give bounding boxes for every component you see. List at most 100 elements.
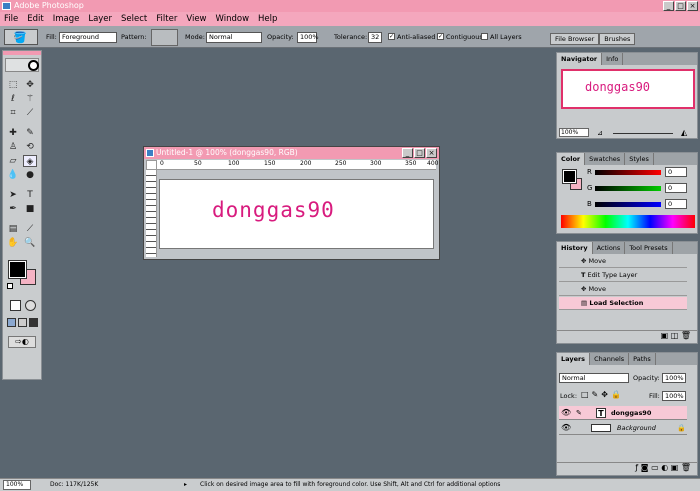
crop-tool-icon[interactable]: ⌗ — [6, 107, 20, 119]
foreground-color-swatch[interactable] — [8, 260, 27, 279]
hand-tool-icon[interactable]: ✋ — [6, 237, 20, 249]
contiguous-checkbox[interactable]: ✓ — [437, 33, 444, 40]
zoom-in-icon[interactable]: ◭ — [681, 128, 687, 137]
fill-select[interactable]: Foreground — [59, 32, 117, 43]
history-trash-icon[interactable]: 🗑 — [681, 331, 691, 340]
jump-to-imageready-icon[interactable]: ⇨◐ — [8, 336, 36, 348]
history-item[interactable]: T Edit Type Layer — [559, 269, 687, 282]
zoom-tool-icon[interactable]: 🔍 — [23, 237, 37, 249]
visibility-eye-icon[interactable]: 👁 — [561, 421, 571, 435]
menu-filter[interactable]: Filter — [156, 14, 177, 24]
maximize-button[interactable]: □ — [675, 1, 686, 11]
close-button[interactable]: × — [687, 1, 698, 11]
doc-maximize-button[interactable]: □ — [414, 148, 425, 158]
default-colors-icon[interactable] — [7, 283, 13, 289]
status-arrow-icon[interactable]: ▸ — [184, 479, 187, 491]
screen-mode-full-menu-icon[interactable] — [18, 318, 27, 327]
layer-opacity-input[interactable]: 100% — [662, 373, 686, 383]
shape-tool-icon[interactable]: ■ — [23, 203, 37, 215]
tab-file-browser[interactable]: File Browser — [550, 33, 600, 45]
layer-trash-icon[interactable]: 🗑 — [681, 463, 691, 472]
move-tool-icon[interactable]: ✥ — [23, 79, 37, 91]
menu-view[interactable]: View — [186, 14, 206, 24]
pen-tool-icon[interactable]: ✒ — [6, 203, 20, 215]
navigator-preview[interactable]: donggas90 — [561, 69, 695, 109]
lock-icons[interactable]: □✎✥🔒 — [581, 390, 624, 399]
doc-minimize-button[interactable]: _ — [402, 148, 413, 158]
menu-select[interactable]: Select — [121, 14, 147, 24]
brush-tool-icon[interactable]: ✎ — [23, 127, 37, 139]
screen-mode-standard-icon[interactable] — [7, 318, 16, 327]
layer-row-selected[interactable]: 👁 ✎ T donggas90 — [559, 406, 687, 420]
tolerance-input[interactable]: 32 — [368, 32, 382, 43]
tab-tool-presets[interactable]: Tool Presets — [625, 242, 673, 254]
blend-mode-select[interactable]: Normal — [559, 373, 629, 383]
tab-info[interactable]: Info — [602, 53, 624, 65]
layer-set-icon[interactable]: ▭ — [651, 463, 659, 472]
slice-tool-icon[interactable]: ⟋ — [23, 107, 37, 119]
eyedropper-tool-icon[interactable]: ⟋ — [23, 223, 37, 235]
channel-b-input[interactable]: 0 — [665, 199, 687, 209]
channel-r-input[interactable]: 0 — [665, 167, 687, 177]
marquee-tool-icon[interactable]: ⬚ — [6, 79, 20, 91]
layer-fill-input[interactable]: 100% — [662, 391, 686, 401]
standard-mode-icon[interactable] — [10, 300, 21, 311]
adjustment-layer-icon[interactable]: ◐ — [661, 463, 668, 472]
dodge-tool-icon[interactable]: ● — [23, 169, 37, 181]
type-tool-icon[interactable]: T — [23, 189, 37, 201]
new-layer-icon[interactable]: ▣ — [671, 463, 679, 472]
lasso-tool-icon[interactable]: ℓ — [6, 93, 20, 105]
anti-aliased-checkbox[interactable]: ✓ — [388, 33, 395, 40]
history-item[interactable]: ✥ Move — [559, 283, 687, 296]
history-brush-tool-icon[interactable]: ⟲ — [23, 141, 37, 153]
pattern-picker[interactable] — [151, 29, 178, 46]
layer-row[interactable]: 👁 Background 🔒 — [559, 421, 687, 435]
zoom-slider[interactable] — [613, 133, 673, 134]
blur-tool-icon[interactable]: 💧 — [6, 169, 20, 181]
new-snapshot-icon[interactable]: ◫ — [671, 331, 679, 340]
screen-mode-full-icon[interactable] — [29, 318, 38, 327]
tab-swatches[interactable]: Swatches — [585, 153, 626, 165]
tab-styles[interactable]: Styles — [625, 153, 654, 165]
notes-tool-icon[interactable]: ▤ — [6, 223, 20, 235]
new-document-icon[interactable]: ▣ — [661, 331, 669, 340]
opacity-input[interactable]: 100% — [297, 32, 319, 43]
channel-g-input[interactable]: 0 — [665, 183, 687, 193]
layer-mask-icon[interactable]: ◙ — [641, 463, 649, 472]
channel-g-slider[interactable] — [595, 186, 661, 191]
zoom-out-icon[interactable]: ⊿ — [597, 129, 603, 137]
layer-style-icon[interactable]: ƒ — [635, 463, 638, 472]
magic-wand-tool-icon[interactable]: ⚚ — [23, 93, 37, 105]
tab-history[interactable]: History — [557, 242, 593, 254]
ruler-origin[interactable] — [146, 160, 157, 170]
color-fg-swatch[interactable] — [562, 169, 577, 184]
tab-color[interactable]: Color — [557, 153, 586, 165]
tab-channels[interactable]: Channels — [590, 353, 630, 365]
tab-paths[interactable]: Paths — [629, 353, 656, 365]
menu-image[interactable]: Image — [53, 14, 80, 24]
color-spectrum-bar[interactable] — [561, 215, 695, 228]
channel-r-slider[interactable] — [595, 170, 661, 175]
channel-b-slider[interactable] — [595, 202, 661, 207]
tool-preset-picker[interactable]: 🪣 — [4, 29, 38, 45]
tab-navigator[interactable]: Navigator — [557, 53, 603, 65]
tab-actions[interactable]: Actions — [593, 242, 626, 254]
eraser-tool-icon[interactable]: ▱ — [6, 155, 20, 167]
tab-layers[interactable]: Layers — [557, 353, 591, 365]
menu-window[interactable]: Window — [216, 14, 250, 24]
visibility-eye-icon[interactable]: 👁 — [561, 406, 571, 420]
menu-help[interactable]: Help — [258, 14, 277, 24]
history-item[interactable]: ✥ Move — [559, 255, 687, 268]
clone-stamp-tool-icon[interactable]: ♙ — [6, 141, 20, 153]
menu-edit[interactable]: Edit — [27, 14, 43, 24]
menu-layer[interactable]: Layer — [88, 14, 112, 24]
tab-brushes[interactable]: Brushes — [599, 33, 636, 45]
paint-bucket-tool-icon[interactable]: ◈ — [23, 155, 37, 167]
navigator-zoom-input[interactable]: 100% — [559, 128, 589, 137]
all-layers-checkbox[interactable] — [481, 33, 488, 40]
adobe-online-button[interactable] — [5, 58, 39, 72]
history-item-selected[interactable]: ▤ Load Selection — [559, 297, 687, 310]
quick-mask-mode-icon[interactable] — [25, 300, 36, 311]
doc-close-button[interactable]: × — [426, 148, 437, 158]
mode-select[interactable]: Normal — [206, 32, 262, 43]
